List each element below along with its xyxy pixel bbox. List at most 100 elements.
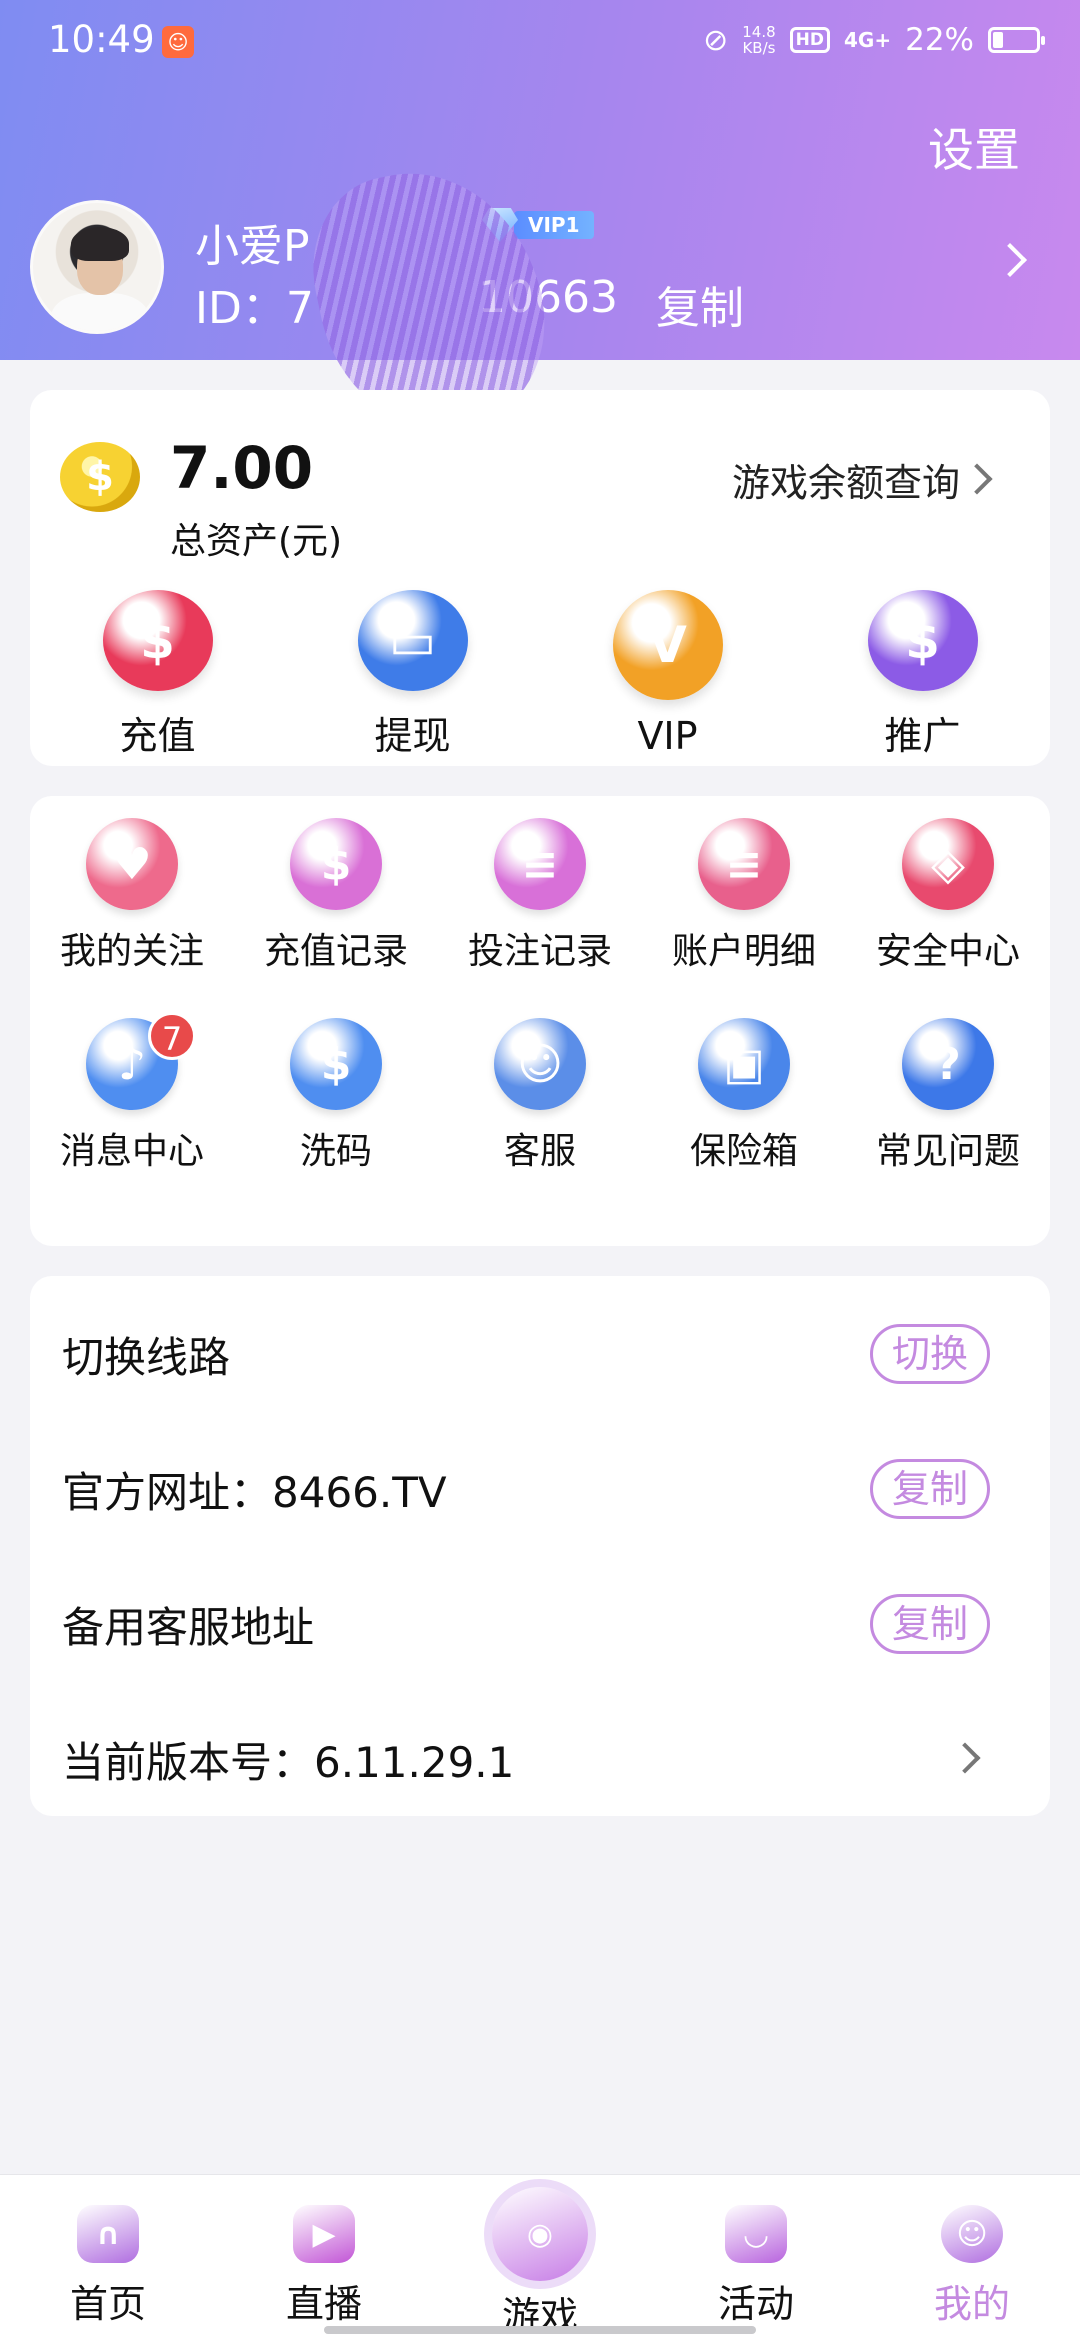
settings-button[interactable]: 设置 (928, 114, 1020, 180)
service-my-follows[interactable]: ♥ 我的关注 (30, 818, 234, 974)
version-row[interactable]: 当前版本号：6.11.29.1 (30, 1691, 1050, 1826)
status-time: 10:49 (48, 18, 155, 61)
profile-chevron-right-icon[interactable] (993, 243, 1027, 277)
service-label: 账户明细 (671, 931, 816, 972)
gamepad-icon: ◉ (492, 2187, 588, 2281)
total-assets-label: 总资产(元) (170, 521, 343, 562)
signal-icon: 4G+ (844, 28, 892, 52)
service-rebate[interactable]: $ 洗码 (234, 1018, 438, 1174)
unread-count-badge: 7 (148, 1012, 196, 1060)
service-faq[interactable]: ? 常见问题 (846, 1018, 1050, 1174)
battery-percent: 22% (905, 22, 974, 58)
quick-action-label: 推广 (884, 714, 961, 758)
service-bet-records[interactable]: ≡ 投注记录 (438, 818, 642, 974)
settings-card: 切换线路 切换 官方网址：8466.TV 复制 备用客服地址 复制 当前版本号：… (30, 1276, 1050, 1816)
account-detail-icon: ≡ (698, 818, 790, 910)
copy-id-button[interactable]: 复制 (656, 272, 744, 336)
vip-icon: V (612, 590, 723, 700)
profile-header: 10:49 ☺ ⊘ 14.8 KB/s HD 4G+ 22% 设置 小爱P VI… (0, 0, 1080, 451)
service-account-details[interactable]: ≡ 账户明细 (642, 818, 846, 974)
profile-smile-icon: ☺ (941, 2205, 1003, 2263)
home-icon: ∩ (77, 2205, 139, 2263)
safe-icon: ▣ (698, 1018, 790, 1110)
quick-action-withdraw[interactable]: ▭ 提现 (285, 590, 540, 760)
money-bag-icon: $ (102, 590, 213, 691)
service-label: 常见问题 (875, 1131, 1020, 1172)
home-indicator[interactable] (324, 2326, 756, 2334)
service-customer-service[interactable]: ☺ 客服 (438, 1018, 642, 1174)
mute-bell-icon: ⊘ (703, 22, 729, 58)
nav-activities[interactable]: ◡ 活动 (648, 2175, 864, 2340)
live-video-icon: ▶ (293, 2205, 355, 2263)
chevron-right-icon[interactable] (961, 463, 993, 495)
question-icon: ? (902, 1018, 994, 1110)
nav-mine[interactable]: ☺ 我的 (864, 2175, 1080, 2340)
network-speed-unit: KB/s (742, 39, 776, 57)
service-label: 洗码 (299, 1131, 372, 1172)
switch-line-row: 切换线路 切换 (30, 1286, 1050, 1421)
status-indicators: ⊘ 14.8 KB/s HD 4G+ 22% (703, 22, 1045, 58)
service-label: 保险箱 (689, 1131, 798, 1172)
app-notification-icon: ☺ (162, 26, 194, 58)
official-site-label: 官方网址：8466.TV (62, 1468, 447, 1517)
quick-actions: $ 充值 ▭ 提现 V VIP $ 推广 (30, 590, 1050, 760)
nav-games[interactable]: ◉ 游戏 (432, 2175, 648, 2340)
network-speed: 14.8 KB/s (742, 24, 775, 56)
heart-plus-icon: ♥ (86, 818, 178, 910)
battery-icon (988, 27, 1045, 53)
profile-page: 10:49 ☺ ⊘ 14.8 KB/s HD 4G+ 22% 设置 小爱P VI… (0, 0, 1080, 2340)
services-card: ♥ 我的关注 $ 充值记录 ≡ 投注记录 ≡ 账户明细 ◈ 安全中心 ♪ 7 消… (30, 796, 1050, 1246)
switch-line-label: 切换线路 (62, 1333, 231, 1382)
avatar-shirt (51, 293, 149, 331)
game-balance-query-link[interactable]: 游戏余额查询 (732, 452, 960, 507)
bet-record-icon: ≡ (494, 818, 586, 910)
service-security-center[interactable]: ◈ 安全中心 (846, 818, 1050, 974)
service-label: 我的关注 (59, 931, 204, 972)
service-label: 消息中心 (59, 1131, 204, 1172)
user-id-prefix: ID：7 (195, 283, 314, 334)
quick-action-label: 充值 (119, 714, 196, 758)
activity-icon: ◡ (725, 2205, 787, 2263)
card-icon: ▭ (357, 590, 468, 691)
nav-label: 首页 (69, 2282, 146, 2326)
chevron-right-icon[interactable] (949, 1742, 981, 1774)
chip-icon: $ (290, 1018, 382, 1110)
nav-label: 我的 (933, 2282, 1010, 2326)
backup-service-row: 备用客服地址 复制 (30, 1556, 1050, 1691)
status-bar: 10:49 ☺ ⊘ 14.8 KB/s HD 4G+ 22% (0, 0, 1080, 84)
user-name: 小爱P (195, 221, 310, 272)
avatar[interactable] (30, 200, 164, 334)
assets-card: $ 7.00 总资产(元) 游戏余额查询 $ 充值 ▭ 提现 V VIP $ 推… (30, 390, 1050, 766)
bottom-nav: ∩ 首页 ▶ 直播 ◉ 游戏 ◡ 活动 ☺ 我的 (0, 2174, 1080, 2340)
promote-bag-icon: $ (867, 590, 978, 691)
recharge-record-icon: $ (290, 818, 382, 910)
quick-action-label: VIP (637, 714, 698, 758)
nav-home[interactable]: ∩ 首页 (0, 2175, 216, 2340)
nav-live[interactable]: ▶ 直播 (216, 2175, 432, 2340)
nav-label: 活动 (717, 2282, 794, 2326)
service-label: 充值记录 (263, 931, 408, 972)
backup-service-label: 备用客服地址 (62, 1603, 315, 1652)
official-site-row: 官方网址：8466.TV 复制 (30, 1421, 1050, 1556)
quick-action-label: 提现 (374, 714, 451, 758)
service-label: 投注记录 (467, 931, 612, 972)
battery-fill (993, 32, 1003, 48)
service-label: 安全中心 (875, 931, 1020, 972)
quick-action-recharge[interactable]: $ 充值 (30, 590, 285, 760)
services-grid: ♥ 我的关注 $ 充值记录 ≡ 投注记录 ≡ 账户明细 ◈ 安全中心 ♪ 7 消… (30, 818, 1050, 1174)
switch-line-button[interactable]: 切换 (870, 1324, 990, 1384)
total-assets-amount: 7.00 (170, 434, 314, 502)
headset-icon: ☺ (494, 1018, 586, 1110)
avatar-hair (71, 227, 129, 261)
service-safe-box[interactable]: ▣ 保险箱 (642, 1018, 846, 1174)
service-recharge-records[interactable]: $ 充值记录 (234, 818, 438, 974)
service-message-center[interactable]: ♪ 7 消息中心 (30, 1012, 234, 1174)
quick-action-promote[interactable]: $ 推广 (795, 590, 1050, 760)
copy-site-button[interactable]: 复制 (870, 1459, 990, 1519)
nav-label: 直播 (285, 2282, 362, 2326)
copy-backup-service-button[interactable]: 复制 (870, 1594, 990, 1654)
service-label: 客服 (503, 1131, 576, 1172)
quick-action-vip[interactable]: V VIP (540, 590, 795, 760)
hd-icon: HD (789, 27, 830, 53)
security-icon: ◈ (902, 818, 994, 910)
